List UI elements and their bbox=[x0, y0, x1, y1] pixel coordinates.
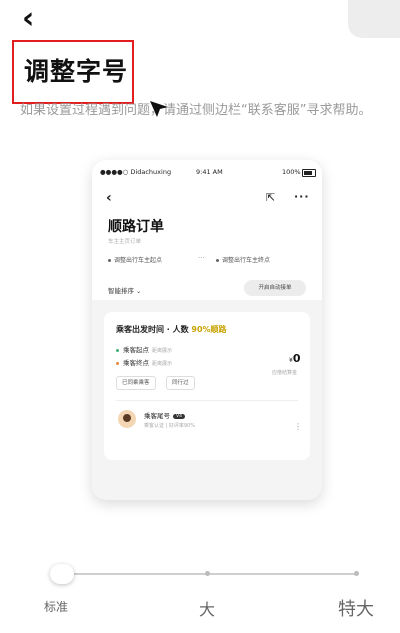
slider-label-xlarge[interactable]: 特大 bbox=[338, 595, 374, 621]
sort-dropdown: 智能排序 ⌄ bbox=[108, 287, 142, 295]
preview-page-title: 顺路订单 bbox=[108, 219, 164, 235]
route-start: 调整出行车主起点 bbox=[108, 255, 162, 264]
share-icon: ⇱ bbox=[266, 191, 276, 204]
preview-carrier: ●●●●○ Didachuxing bbox=[100, 168, 172, 176]
price-note: 应缴结算金 bbox=[272, 370, 298, 376]
preview-time: 9:41 AM bbox=[196, 168, 223, 176]
font-size-slider-knob[interactable] bbox=[50, 564, 74, 584]
more-icon: ··· bbox=[294, 190, 310, 203]
order-card: 乘客出发时间 · 人数 90%顺路 乘客起点 距离展示 乘客终点 距离展示 ¥0 应… bbox=[104, 312, 310, 460]
slider-tick-xlarge[interactable] bbox=[354, 571, 359, 576]
avatar bbox=[118, 410, 136, 428]
preview-battery-text: 100% bbox=[282, 168, 301, 176]
preview-header: ●●●●○ Didachuxing 9:41 AM 100% ‹ ⇱ ··· 顺… bbox=[92, 160, 322, 300]
slider-label-large[interactable]: 大 bbox=[199, 596, 215, 620]
battery-icon bbox=[302, 169, 316, 177]
auto-accept-button: 开启自动接单 bbox=[244, 280, 306, 296]
route-dots: ··· bbox=[198, 254, 205, 262]
more-vertical-icon: ⋮ bbox=[294, 422, 302, 431]
order-title: 乘客出发时间 · 人数 90%顺路 bbox=[116, 325, 227, 334]
tag-co-rider: 已同乘乘客 bbox=[116, 376, 156, 390]
page-title: 调整字号 bbox=[24, 57, 129, 86]
dropoff-row: 乘客终点 距离展示 bbox=[116, 357, 172, 367]
slider-label-standard[interactable]: 标准 bbox=[44, 598, 68, 615]
cursor-arrow-icon bbox=[150, 101, 168, 117]
font-size-slider-track[interactable] bbox=[72, 573, 358, 575]
back-button[interactable]: ‹ bbox=[22, 4, 52, 36]
chevron-down-icon: ⌄ bbox=[136, 288, 142, 295]
corner-panel bbox=[348, 0, 400, 38]
passenger-sub: 乘客认证 | 好评率90% bbox=[144, 423, 195, 429]
preview-back-icon: ‹ bbox=[106, 190, 112, 206]
tag-travelled: 同行过 bbox=[166, 376, 195, 390]
pickup-row: 乘客起点 距离展示 bbox=[116, 344, 172, 354]
price: ¥0 bbox=[289, 352, 301, 365]
preview-subtitle: 车主主页订单 bbox=[108, 239, 142, 245]
help-text: 如果设置过程遇到问题，请通过侧边栏“联系客服”寻求帮助。 bbox=[20, 103, 372, 118]
passenger-name: 乘客尾号 V4 bbox=[144, 410, 185, 420]
card-divider bbox=[116, 400, 298, 401]
slider-tick-large[interactable] bbox=[205, 571, 210, 576]
route-end: 调整出行车主终点 bbox=[216, 255, 270, 264]
preview-phone: ●●●●○ Didachuxing 9:41 AM 100% ‹ ⇱ ··· 顺… bbox=[92, 160, 322, 500]
